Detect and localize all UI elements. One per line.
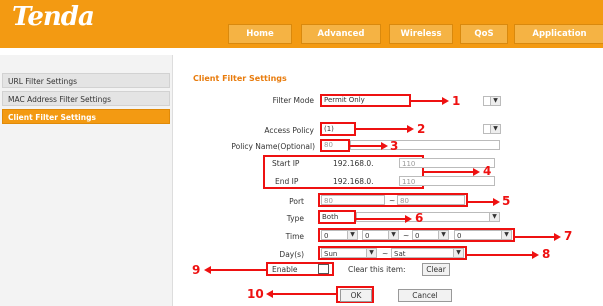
time-end-minute-select[interactable]: 0 ▼ [454, 230, 512, 240]
annotation-number-1: 1 [452, 94, 461, 108]
annotation-number-7: 7 [564, 229, 573, 243]
ok-button[interactable]: OK [340, 289, 372, 302]
annotation-arrow-2 [356, 128, 408, 130]
chevron-down-icon: ▼ [347, 231, 357, 239]
sidebar-item-url-filter[interactable]: URL Filter Settings [2, 73, 170, 88]
annotation-number-10: 10 [247, 287, 264, 301]
section-title: Client Filter Settings [193, 74, 287, 83]
arrow-right-icon [554, 233, 561, 241]
arrow-right-icon [442, 97, 449, 105]
days-to-select[interactable]: Sat ▼ [391, 248, 464, 258]
access-policy-select[interactable]: (1) [320, 122, 356, 136]
port-label: Port [289, 197, 304, 206]
time-end-hour: 0 [415, 232, 420, 240]
policy-name-input[interactable]: 80 [320, 139, 350, 152]
annotation-number-4: 4 [483, 164, 492, 178]
port-separator: ~ [389, 196, 396, 205]
annotation-arrow-7 [515, 236, 555, 238]
annotation-arrow-10 [272, 293, 336, 295]
arrow-right-icon [405, 215, 412, 223]
end-ip-input[interactable]: 110 [399, 176, 495, 186]
days-from-select[interactable]: Sun ▼ [321, 248, 377, 258]
nav-advanced[interactable]: Advanced [301, 24, 381, 44]
chevron-down-icon: ▼ [388, 231, 398, 239]
nav-home[interactable]: Home [228, 24, 292, 44]
annotation-arrow-5 [468, 201, 494, 203]
annotation-number-6: 6 [415, 211, 424, 225]
days-label: Day(s) [279, 250, 304, 259]
annotation-number-9: 9 [192, 263, 201, 277]
annotation-arrow-1 [411, 100, 443, 102]
chevron-down-icon: ▼ [489, 213, 499, 221]
type-select[interactable]: Both [318, 210, 356, 224]
start-ip-value: 110 [402, 160, 416, 168]
time-start-minute-select[interactable]: 0 ▼ [362, 230, 399, 240]
filter-mode-label: Filter Mode [272, 96, 314, 105]
chevron-down-icon: ▼ [438, 231, 448, 239]
port-to-value: 80 [400, 197, 409, 205]
chevron-down-icon: ▼ [453, 249, 463, 257]
policy-name-value: 80 [324, 141, 333, 149]
annotation-arrow-9 [210, 269, 266, 271]
filter-mode-select[interactable]: Permit Only [320, 94, 411, 107]
arrow-right-icon [381, 142, 388, 150]
enable-checkbox[interactable] [318, 264, 329, 274]
time-end-hour-select[interactable]: 0 ▼ [412, 230, 449, 240]
policy-name-label: Policy Name(Optional) [231, 142, 315, 151]
sidebar-item-mac-filter[interactable]: MAC Address Filter Settings [2, 91, 170, 106]
clear-button[interactable]: Clear [422, 263, 450, 276]
clear-item-label: Clear this item: [348, 265, 406, 274]
time-separator: ~ [403, 231, 410, 240]
annotation-number-5: 5 [502, 194, 511, 208]
time-start-minute: 0 [365, 232, 370, 240]
arrow-right-icon [473, 168, 480, 176]
arrow-right-icon [407, 125, 414, 133]
end-ip-label: End IP [275, 177, 299, 186]
arrow-right-icon [532, 251, 539, 259]
annotation-number-8: 8 [542, 247, 551, 261]
end-ip-prefix: 192.168.0. [333, 177, 374, 186]
end-ip-value: 110 [402, 178, 416, 186]
access-policy-label: Access Policy [264, 126, 314, 135]
annotation-number-3: 3 [390, 139, 399, 153]
access-policy-value: (1) [324, 125, 334, 133]
start-ip-label: Start IP [272, 159, 300, 168]
sidebar-item-client-filter[interactable]: Client Filter Settings [2, 109, 170, 124]
chevron-down-icon: ▼ [490, 125, 500, 133]
annotation-arrow-6 [356, 218, 406, 220]
type-label: Type [286, 214, 304, 223]
filter-mode-dropdown[interactable]: ▼ [483, 96, 501, 106]
time-start-hour-select[interactable]: 0 ▼ [321, 230, 358, 240]
cancel-button[interactable]: Cancel [398, 289, 452, 302]
start-ip-input[interactable]: 110 [399, 158, 495, 168]
access-policy-dropdown[interactable]: ▼ [483, 124, 501, 134]
annotation-arrow-8 [467, 254, 533, 256]
header-divider [0, 46, 603, 48]
days-to-value: Sat [394, 250, 406, 258]
days-from-value: Sun [324, 250, 338, 258]
time-start-hour: 0 [324, 232, 329, 240]
time-label: Time [285, 232, 304, 241]
annotation-arrow-3 [350, 145, 382, 147]
arrow-right-icon [493, 198, 500, 206]
days-separator: ~ [382, 249, 389, 258]
type-dropdown[interactable]: ▼ [356, 212, 500, 222]
port-from-input[interactable]: 80 [321, 195, 385, 205]
chevron-down-icon: ▼ [490, 97, 500, 105]
port-to-input[interactable]: 80 [397, 195, 465, 205]
nav-wireless[interactable]: Wireless [389, 24, 453, 44]
time-end-minute: 0 [457, 232, 462, 240]
port-from-value: 80 [324, 197, 333, 205]
tenda-logo: Tenda [12, 2, 95, 32]
type-value: Both [322, 213, 339, 221]
annotation-arrow-4 [424, 171, 474, 173]
annotation-number-2: 2 [417, 122, 426, 136]
nav-application[interactable]: Application [514, 24, 603, 44]
start-ip-prefix: 192.168.0. [333, 159, 374, 168]
chevron-down-icon: ▼ [366, 249, 376, 257]
nav-qos[interactable]: QoS [460, 24, 508, 44]
chevron-down-icon: ▼ [501, 231, 511, 239]
enable-label: Enable [272, 265, 298, 274]
filter-mode-value: Permit Only [324, 96, 365, 104]
